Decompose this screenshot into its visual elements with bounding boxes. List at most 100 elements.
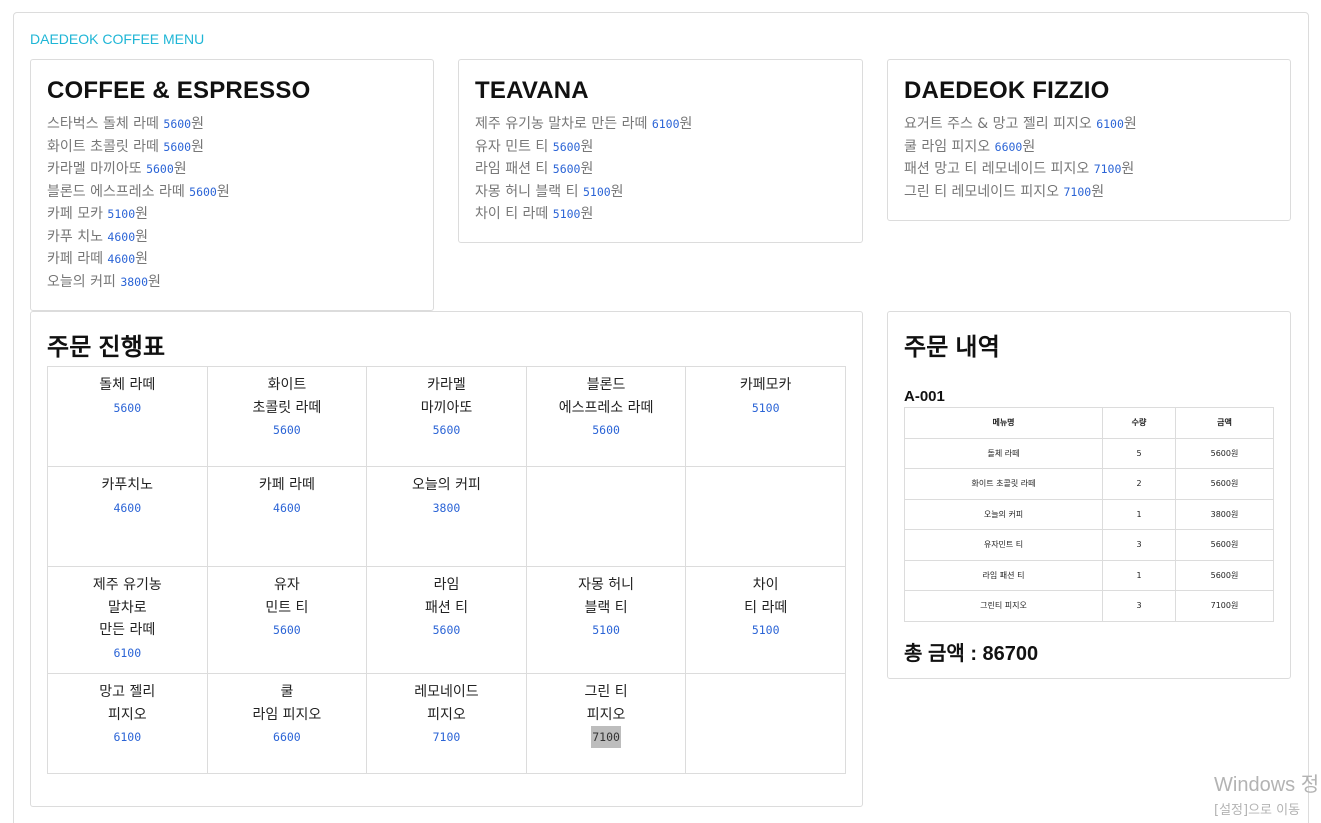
menu-item-name: 제주 유기농 말차로 만든 라떼 [475, 116, 652, 132]
progress-cell-name: 카페모카 [739, 377, 792, 393]
progress-row: 망고 젤리 피지오 6100 쿨 라임 피지오 6600 레모네이드 피지오 7100 그린 티피… [47, 673, 846, 774]
menu-item-price: 5600 [189, 184, 217, 199]
progress-cell-name: 화이트 [267, 377, 307, 393]
progress-cell[interactable]: 카라멜 마끼아또 5600 [366, 366, 527, 467]
order-table-cell: 2 [1102, 468, 1176, 500]
progress-cell[interactable]: 유자 민트 티 5600 [206, 566, 368, 674]
menu-item: 카푸 치노 4600원 [47, 226, 230, 249]
menu-item-price: 4600 [107, 229, 136, 244]
order-table-cell: 7100원 [1175, 590, 1274, 622]
menu-item-price: 7100 [1063, 184, 1092, 199]
order-table-cell: 유자민트 티 [904, 529, 1103, 561]
progress-cell-price-wrap: 7100 [527, 726, 686, 749]
progress-cell[interactable]: 라임 패션 티 5600 [366, 566, 527, 674]
menu-item-price: 5600 [552, 162, 581, 176]
progress-row: 카푸치노 4600 카페 라떼 4600 오늘의 커피 3800 [47, 466, 846, 567]
progress-cell[interactable]: 오늘의 커피 3800 [366, 466, 527, 567]
menu-list: 제주 유기농 말차로 만든 라떼 6100원 유자 민트 티 5600원 라임 패션… [475, 113, 692, 226]
menu-list: 스타벅스 돌체 라떼 5600원 화이트 초콜릿 라떼 5600원 카라멜 마끼아또… [47, 113, 230, 293]
order-table-cell: 3800원 [1175, 498, 1274, 530]
order-table-header: 메뉴명 [904, 407, 1103, 439]
progress-cell[interactable]: 그린 티 피지오 7100 [525, 673, 687, 774]
order-details-title: 주문 내역 [904, 334, 1000, 361]
progress-cell-name: 패션 티 [424, 599, 469, 616]
progress-cell[interactable]: 쿨 라임 피지오 6600 [206, 673, 368, 774]
order-details-card: 주문 내역 A-001 메뉴명 수량 금액 돌체 라떼 5 5600원 화이트 초콜릿 라… [887, 311, 1291, 679]
progress-cell[interactable]: 카푸치노 4600 [47, 466, 208, 567]
progress-cell[interactable]: 제주 유기농 말차로 만든 라떼 6100 [47, 566, 208, 674]
progress-cell[interactable]: 블론드 에스프레소 라떼 5600 [525, 366, 687, 467]
order-id: A-001 [904, 388, 945, 405]
progress-cell[interactable]: 자몽 허니 블랙 티 5100 [525, 566, 687, 674]
order-table-cell: 1 [1102, 498, 1176, 530]
progress-cell-price: 7100 [432, 730, 461, 744]
menu-item-name: 라임 패션 티 [475, 161, 553, 177]
progress-cell-price: 5100 [751, 400, 780, 415]
progress-cell-empty [685, 466, 846, 567]
order-table-cell: 돌체 라떼 [904, 437, 1103, 469]
watermark-line-1: Windows 정 [1214, 774, 1320, 796]
menu-item-name: 카푸 치노 [47, 228, 108, 245]
progress-cell-price: 3800 [432, 500, 461, 515]
progress-cell-empty [525, 466, 687, 567]
progress-cell[interactable]: 화이트 초콜릿 라떼 5600 [206, 366, 368, 467]
menu-list: 요거트 주스 & 망고 젤리 피지오 6100원 쿨 라임 피지오 6600원 패션… [904, 113, 1137, 203]
order-progress-card: 주문 진행표 돌체 라떼 5600 화이트초콜릿 라떼 5600 카라멜 마끼아또 5600… [30, 311, 863, 807]
progress-cell-price: 4600 [113, 500, 142, 515]
menu-item: 그린 티 레모네이드 피지오 7100원 [904, 181, 1137, 204]
progress-cell-price-wrap: 5100 [686, 397, 845, 420]
progress-cell-name: 자몽 허니 [578, 577, 635, 593]
menu-item: 카페 모카 5100원 [47, 203, 230, 226]
menu-card-fizzio: DAEDEOK FIZZIO 요거트 주스 & 망고 젤리 피지오 6100원 쿨… [887, 59, 1291, 221]
menu-item-name: 카페 라떼 [47, 251, 108, 267]
currency-unit: 원 [1121, 161, 1135, 177]
menu-card-title: DAEDEOK FIZZIO [904, 77, 1110, 104]
order-table-cell: 화이트 초콜릿 라떼 [904, 468, 1103, 500]
order-progress-title: 주문 진행표 [47, 334, 166, 361]
progress-cell[interactable]: 레모네이드피지오 7100 [366, 673, 527, 774]
order-table-cell: 5 [1102, 437, 1176, 469]
menu-item-name: 오늘의 커피 [47, 273, 121, 290]
progress-cell-name: 오늘의 커피 [412, 477, 481, 493]
menu-item-name: 자몽 허니 블랙 티 [475, 183, 583, 200]
progress-cell-name: 레모네이드 [414, 684, 479, 700]
progress-row: 돌체 라떼 5600 화이트초콜릿 라떼 5600 카라멜 마끼아또 5600 블론드 에스프레… [47, 366, 846, 467]
menu-item-price: 6100 [1096, 117, 1124, 131]
menu-item: 쿨 라임 피지오 6600원 [904, 136, 1137, 159]
menu-item-price: 5100 [107, 207, 136, 221]
progress-cell-name: 돌체 라떼 [99, 377, 156, 393]
progress-cell-name: 블론드 [586, 377, 626, 393]
progress-cell-price-wrap: 5600 [367, 419, 526, 442]
progress-cell[interactable]: 돌체 라떼 5600 [47, 366, 208, 467]
currency-unit: 원 [135, 206, 149, 222]
progress-cell[interactable]: 카페모카 5100 [685, 366, 846, 467]
order-table-header: 수량 [1102, 407, 1176, 439]
progress-cell-name: 피지오 [427, 706, 466, 723]
menu-item: 화이트 초콜릿 라떼 5600원 [47, 136, 230, 159]
menu-item: 패션 망고 티 레모네이드 피지오 7100원 [904, 158, 1137, 181]
currency-unit: 원 [580, 161, 594, 177]
progress-cell-price-wrap: 4600 [208, 497, 367, 520]
order-table-cell: 3 [1102, 590, 1176, 622]
progress-cell[interactable]: 망고 젤리 피지오 6100 [47, 673, 208, 774]
menu-item: 스타벅스 돌체 라떼 5600원 [47, 113, 230, 136]
progress-cell-price-wrap: 3800 [367, 497, 526, 520]
currency-unit: 원 [580, 138, 594, 155]
order-table-row: 라임 패션 티 1 5600원 [904, 559, 1274, 591]
progress-cell-name: 티 라떼 [744, 599, 788, 616]
progress-cell-name: 초콜릿 라떼 [252, 399, 322, 416]
order-table-cell: 라임 패션 티 [904, 559, 1103, 591]
progress-cell-name: 만든 라떼 [99, 622, 156, 638]
menu-item-price: 5600 [163, 139, 192, 154]
progress-cell[interactable]: 카페 라떼 4600 [206, 466, 368, 567]
progress-row: 제주 유기농 말차로 만든 라떼 6100 유자 민트 티 5600 라임 패션 티 5600 자몽… [47, 566, 846, 674]
progress-cell-name: 카푸치노 [101, 477, 154, 493]
order-progress-grid: 돌체 라떼 5600 화이트초콜릿 라떼 5600 카라멜 마끼아또 5600 블론드 에스프레… [47, 366, 846, 774]
order-table-row: 그린티 피지오 3 7100원 [904, 590, 1274, 622]
progress-cell-price: 6600 [273, 730, 301, 744]
menu-item-name: 차이 티 라떼 [475, 206, 553, 222]
progress-cell[interactable]: 차이 티 라떼 5100 [685, 566, 846, 674]
currency-unit: 원 [216, 183, 230, 200]
currency-unit: 원 [135, 251, 149, 267]
currency-unit: 원 [679, 116, 693, 132]
